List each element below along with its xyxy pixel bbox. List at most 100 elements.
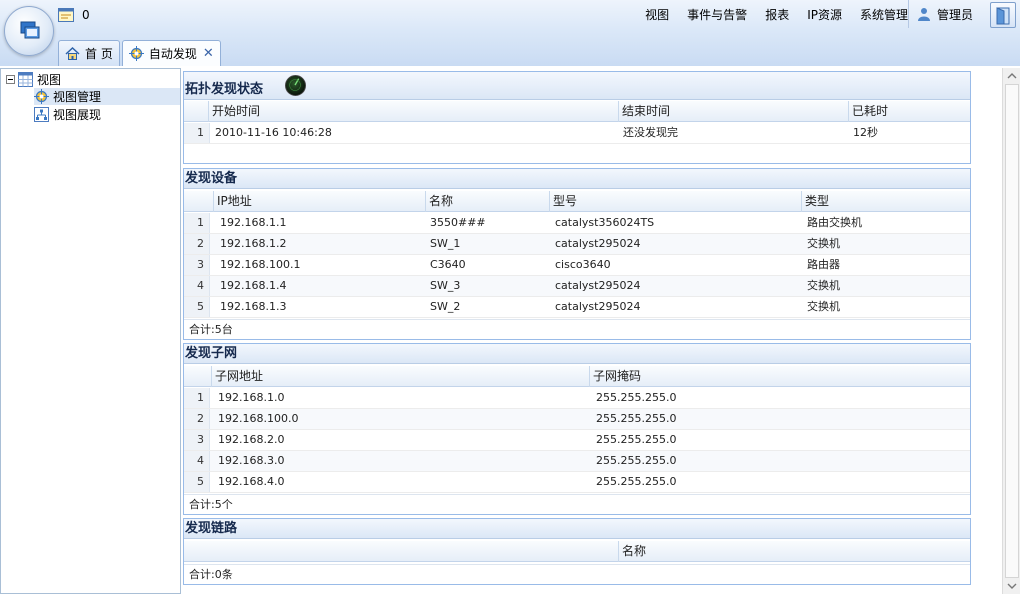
tree-node-view-label: 视图 [37,73,62,87]
subnets-total: 合计:5个 [184,494,970,514]
table-row[interactable]: 4 192.168.3.0 255.255.255.0 [184,451,970,472]
links-grid-header: 名称 [184,541,970,562]
cell-model: catalyst295024 [555,300,641,313]
view-grid-icon [18,72,33,87]
cell-subnet-address: 192.168.3.0 [218,454,285,467]
subnets-grid-header: 子网地址 子网掩码 [184,366,970,387]
row-number: 3 [184,430,210,450]
panel-title-subnets: 发现子网 [184,344,970,364]
message-count: 0 [82,8,90,22]
table-row[interactable]: 4 192.168.1.4 SW_3 catalyst295024 交换机 [184,276,970,297]
table-row[interactable]: 5 192.168.4.0 255.255.255.0 [184,472,970,493]
col-ip-address[interactable]: IP地址 [213,191,425,212]
row-number: 4 [184,451,210,471]
col-empty [184,541,618,562]
message-icon [58,8,74,22]
user-menu[interactable]: 管理员 [908,0,984,28]
table-row[interactable]: 1 192.168.1.1 3550### catalyst356024TS 路… [184,213,970,234]
menu-view[interactable]: 视图 [645,6,669,23]
cell-name: 3550### [430,216,486,229]
tab-home-label: 首 页 [85,47,113,61]
panel-title-devices: 发现设备 [184,169,970,189]
cell-type: 交换机 [807,300,840,313]
tree-node-view-management-label: 视图管理 [53,90,102,104]
table-row[interactable]: 2 192.168.100.0 255.255.255.0 [184,409,970,430]
tab-bar: 首 页 自动发现 ✕ [58,36,223,66]
col-elapsed[interactable]: 已耗时 [848,101,971,122]
scroll-down-icon[interactable] [1007,581,1017,591]
col-subnet-address[interactable]: 子网地址 [211,366,589,387]
table-row[interactable]: 3 192.168.2.0 255.255.255.0 [184,430,970,451]
home-icon [65,46,80,60]
menu-system-management[interactable]: 系统管理 [860,6,908,23]
cell-subnet-address: 192.168.2.0 [218,433,285,446]
cell-subnet-mask: 255.255.255.0 [596,412,677,425]
cell-subnet-mask: 255.255.255.0 [596,391,677,404]
col-type[interactable]: 类型 [801,191,971,212]
table-row[interactable]: 1 2010-11-16 10:46:28 还没发现完 12秒 [184,123,970,144]
cell-name: C3640 [430,258,466,271]
cell-elapsed: 12秒 [853,126,878,139]
user-icon [918,8,930,21]
top-menu: 视图 事件与告警 报表 IP资源 系统管理 [627,0,908,28]
tree-node-view[interactable]: 视图 [6,71,61,88]
col-link-name[interactable]: 名称 [618,541,971,562]
table-row[interactable]: 3 192.168.100.1 C3640 cisco3640 路由器 [184,255,970,276]
col-subnet-mask[interactable]: 子网掩码 [589,366,971,387]
tree-node-view-display[interactable]: 视图展现 [34,106,101,123]
tree-node-view-display-label: 视图展现 [53,108,102,122]
main-content: 拓扑发现状态 开始时间 结束时间 已耗时 1 2010-11-16 10:46:… [182,68,1002,594]
menu-ip-resources[interactable]: IP资源 [807,6,842,23]
cell-ip: 192.168.1.3 [220,300,287,313]
panel-title-links: 发现链路 [184,519,970,539]
message-area[interactable]: 0 [58,4,90,26]
cell-ip: 192.168.1.2 [220,237,287,250]
discovered-links-panel: 发现链路 名称 合计:0条 [183,518,971,585]
menu-reports[interactable]: 报表 [765,6,789,23]
cell-subnet-mask: 255.255.255.0 [596,433,677,446]
cell-ip: 192.168.1.1 [220,216,287,229]
cell-subnet-address: 192.168.1.0 [218,391,285,404]
collapse-icon[interactable] [6,75,15,84]
row-number: 1 [184,388,210,408]
cell-name: SW_2 [430,300,461,313]
discovered-devices-panel: 发现设备 IP地址 名称 型号 类型 1 192.168.1.1 3550###… [183,168,971,340]
col-end-time[interactable]: 结束时间 [618,101,848,122]
devices-grid-header: IP地址 名称 型号 类型 [184,191,970,212]
col-model[interactable]: 型号 [549,191,801,212]
cell-model: cisco3640 [555,258,611,271]
close-icon[interactable]: ✕ [203,46,214,61]
view-manage-icon [34,89,49,104]
exit-button[interactable] [990,2,1016,28]
col-name[interactable]: 名称 [425,191,549,212]
cell-ip: 192.168.1.4 [220,279,287,292]
devices-total: 合计:5台 [184,319,970,339]
cell-type: 路由器 [807,258,840,271]
user-name: 管理员 [937,7,974,22]
table-row[interactable]: 1 192.168.1.0 255.255.255.0 [184,388,970,409]
table-row[interactable]: 5 192.168.1.3 SW_2 catalyst295024 交换机 [184,297,970,318]
tab-auto-discovery[interactable]: 自动发现 ✕ [121,40,221,66]
menu-events-alarms[interactable]: 事件与告警 [687,6,747,23]
app-logo-icon [4,6,54,56]
view-show-icon [34,107,49,122]
row-number: 5 [184,472,210,492]
row-number: 4 [184,276,210,296]
links-total: 合计:0条 [184,564,970,584]
app-header: 0 视图 事件与告警 报表 IP资源 系统管理 管理员 首 页 自动发现 ✕ [0,0,1020,66]
row-number: 2 [184,234,210,254]
row-number: 5 [184,297,210,317]
discover-icon [128,46,144,61]
tree-node-view-management[interactable]: 视图管理 [34,88,180,105]
topology-status-panel: 拓扑发现状态 开始时间 结束时间 已耗时 1 2010-11-16 10:46:… [183,71,971,164]
vertical-scrollbar[interactable] [1002,68,1020,594]
table-row[interactable]: 2 192.168.1.2 SW_1 catalyst295024 交换机 [184,234,970,255]
cell-subnet-address: 192.168.100.0 [218,412,299,425]
tab-home[interactable]: 首 页 [58,40,120,66]
cell-name: SW_1 [430,237,461,250]
col-start-time[interactable]: 开始时间 [208,101,618,122]
scrollbar-thumb[interactable] [1005,84,1019,578]
cell-type: 交换机 [807,279,840,292]
scroll-up-icon[interactable] [1007,71,1017,81]
cell-model: catalyst356024TS [555,216,655,229]
